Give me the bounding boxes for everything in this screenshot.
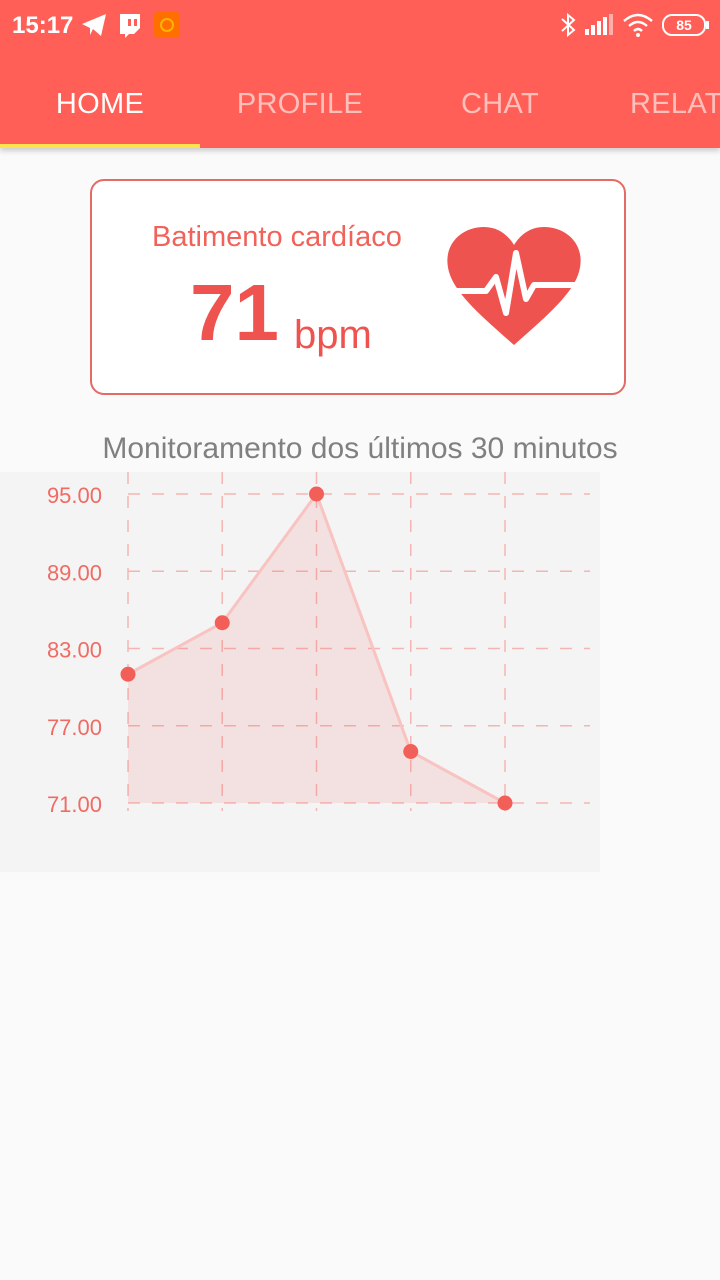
battery-level: 85 [676, 17, 692, 33]
telegram-icon [80, 12, 108, 43]
heart-rate-label: Batimento cardíaco [152, 221, 402, 253]
chart-data-point [403, 744, 419, 759]
chart-y-tick-label: 89.00 [47, 560, 102, 585]
chart-data-point [214, 615, 230, 631]
wifi-icon [622, 13, 654, 42]
status-bar: 15:17 85 [0, 0, 720, 50]
chart-title: Monitoramento dos últimos 30 minutos [102, 432, 618, 465]
chart-data-point [309, 486, 324, 502]
heart-rate-value: 71 [190, 268, 279, 357]
chart-data-point [120, 666, 136, 682]
tab-bar: HOME PROFILE CHAT RELAT [0, 60, 720, 148]
tab-indicator [0, 144, 200, 148]
bluetooth-icon [560, 12, 576, 42]
tab-relat[interactable]: RELAT [630, 60, 720, 148]
chart-y-tick-label: 71.00 [47, 792, 102, 817]
heart-rate-unit: bpm [294, 313, 372, 357]
chart-y-tick-label: 95.00 [47, 483, 102, 508]
app-notification-icon [153, 11, 181, 44]
app-bar: 15:17 85 HOME PROFILE CHAT RELAT [0, 0, 720, 148]
heart-rate-icon [442, 225, 586, 356]
twitch-icon [117, 12, 143, 43]
tab-home[interactable]: HOME [0, 60, 200, 148]
chart-y-tick-label: 83.00 [47, 638, 102, 663]
signal-icon [584, 14, 614, 41]
chart-data-point [497, 795, 513, 811]
tab-profile[interactable]: PROFILE [200, 60, 400, 148]
heart-rate-chart: 95.00 89.00 83.00 77.00 71.00 [47, 472, 590, 817]
tab-chat[interactable]: CHAT [400, 60, 600, 148]
battery-icon: 85 [662, 14, 710, 41]
chart-y-tick-label: 77.00 [47, 715, 102, 740]
heart-rate-card: Batimento cardíaco 71 bpm [90, 179, 626, 395]
status-time: 15:17 [12, 12, 74, 39]
